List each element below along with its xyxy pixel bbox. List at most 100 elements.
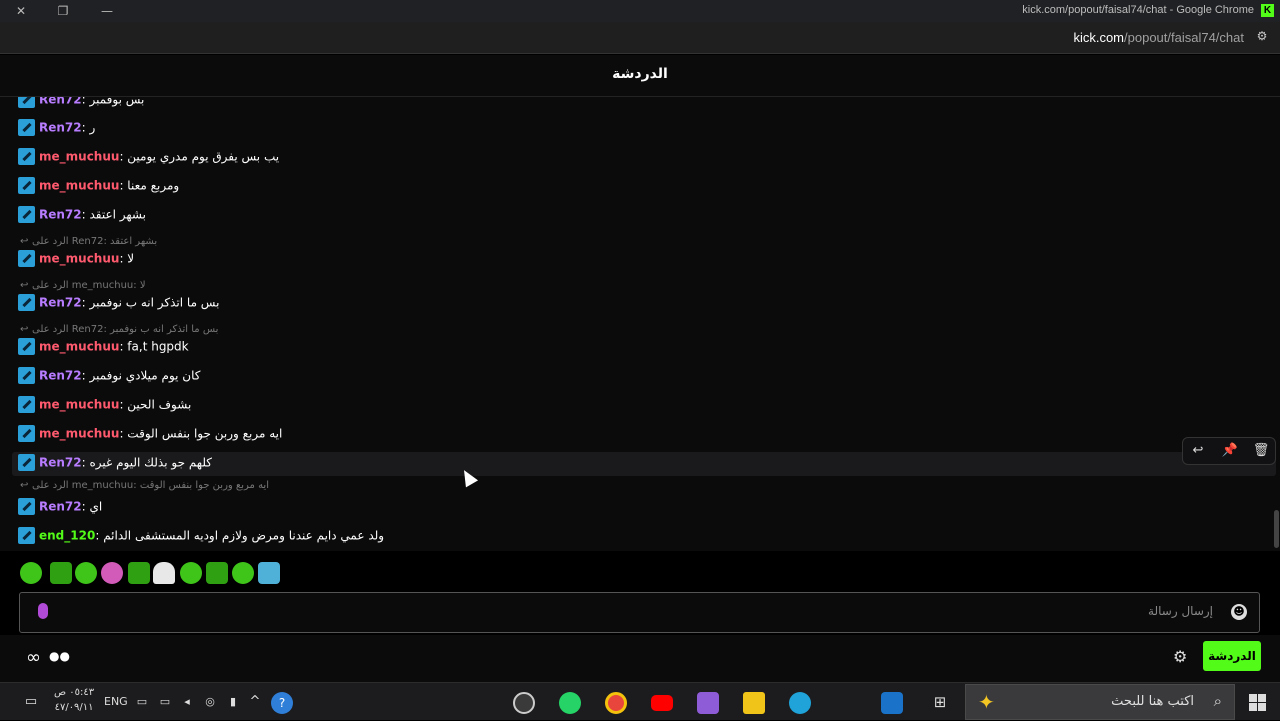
notification-icon[interactable]: ▭: [20, 683, 42, 721]
url-domain: kick.com: [1073, 30, 1125, 45]
send-chat-button[interactable]: الدردشة: [1203, 641, 1261, 671]
emote-icon[interactable]: [75, 562, 97, 584]
chat-username[interactable]: me_muchuu: [39, 252, 119, 266]
chat-message[interactable]: Ren72: ر: [18, 117, 95, 137]
chat-message[interactable]: me_muchuu: يب بس يفرق يوم مدري يومين: [18, 146, 279, 166]
chat-username[interactable]: me_muchuu: [39, 150, 119, 164]
copilot-icon: ✦: [978, 690, 995, 714]
site-settings-icon[interactable]: ⚙: [1254, 29, 1270, 45]
microsoft365-icon[interactable]: [697, 692, 719, 714]
scrollbar[interactable]: [1274, 510, 1279, 548]
webcam-icon[interactable]: ◎: [203, 683, 217, 721]
delete-icon[interactable]: 🗑: [1250, 441, 1272, 461]
chat-username[interactable]: Ren72: [39, 208, 82, 222]
moderator-badge-icon: [18, 97, 35, 108]
emote-icon[interactable]: [128, 562, 150, 584]
chat-username[interactable]: Ren72: [39, 369, 82, 383]
moderator-badge-icon: [18, 527, 35, 544]
restore-icon[interactable]: ❐: [42, 0, 84, 22]
chat-username[interactable]: me_muchuu: [39, 179, 119, 193]
chat-message[interactable]: Ren72: بس ما اتذكر انه ب نوفمبر: [18, 292, 219, 312]
chat-message[interactable]: Ren72: بس بوفمبر: [18, 97, 144, 109]
whatsapp-icon[interactable]: [559, 692, 581, 714]
emote-icon[interactable]: [232, 562, 254, 584]
chat-message[interactable]: Ren72: اي: [18, 496, 102, 516]
microphone-tray-icon[interactable]: ▮: [226, 683, 240, 721]
reply-reference[interactable]: ↩ الرد على Ren72: بشهر اعتقد: [20, 235, 157, 249]
address-bar[interactable]: kick.com/popout/faisal74/chat ⚙: [0, 22, 1280, 54]
chat-message-text: كلهم جو بذلك اليوم غيره: [89, 455, 213, 470]
chat-username[interactable]: Ren72: [39, 97, 82, 107]
microphone-icon[interactable]: [38, 603, 48, 619]
chat-message[interactable]: me_muchuu: ايه مربع وربن جوا بنفس الوقت: [18, 423, 282, 443]
minimize-icon[interactable]: —: [86, 0, 128, 22]
emote-icon[interactable]: [20, 562, 42, 584]
moderator-badge-icon: [18, 119, 35, 136]
emote-icon[interactable]: [206, 562, 228, 584]
chat-username[interactable]: me_muchuu: [39, 427, 119, 441]
chat-username[interactable]: Ren72: [39, 500, 82, 514]
browser-window: ✕ ❐ — kick.com/popout/faisal74/chat - Go…: [0, 0, 1280, 720]
emote-icon[interactable]: [153, 562, 175, 584]
emote-icon[interactable]: [101, 562, 123, 584]
chat-message[interactable]: Ren72: كان يوم ميلادي نوفمبر: [18, 365, 200, 385]
language-indicator[interactable]: ENG: [104, 695, 128, 708]
emote-icon[interactable]: [50, 562, 72, 584]
moderator-badge-icon: [18, 498, 35, 515]
points-icon[interactable]: ●●: [49, 649, 70, 663]
reply-icon[interactable]: ↩: [1187, 441, 1209, 461]
chat-message[interactable]: Ren72: بشهر اعتقد: [18, 204, 146, 224]
chat-username[interactable]: Ren72: [39, 296, 82, 310]
clock-time: ٠٥:٤٣ ص: [54, 687, 95, 698]
emoji-icon[interactable]: ☻: [1231, 604, 1247, 620]
task-view-icon[interactable]: ⊞: [929, 683, 951, 721]
moderator-badge-icon: [18, 294, 35, 311]
taskbar-search-box[interactable]: ✦ اكتب هنا للبحث ⌕: [965, 684, 1235, 720]
pin-icon[interactable]: 📌: [1219, 441, 1241, 461]
battery-icon[interactable]: ▭: [158, 683, 172, 721]
help-icon[interactable]: ?: [271, 692, 293, 714]
file-explorer-icon[interactable]: [743, 692, 765, 714]
reply-reference[interactable]: ↩ الرد على me_muchuu: ايه مربع وربن جوا ب…: [20, 479, 269, 493]
moderator-badge-icon: [18, 396, 35, 413]
outlook-icon[interactable]: [881, 692, 903, 714]
chat-message[interactable]: me_muchuu: ومربع معنا: [18, 175, 179, 195]
chat-username[interactable]: Ren72: [39, 456, 82, 470]
reply-text: الرد على me_muchuu: ايه مربع وربن جوا بن…: [32, 480, 269, 491]
moderator-badge-icon: [18, 250, 35, 267]
chat-messages[interactable]: Ren72: بس بوفمبر Ren72: ر me_muchuu: يب بس…: [0, 97, 1280, 551]
chat-message[interactable]: me_muchuu: لا: [18, 248, 134, 268]
chat-message[interactable]: me_muchuu: fa,t hgpdk: [18, 336, 189, 356]
chat-input[interactable]: إرسال رسالة ☻: [19, 592, 1260, 633]
volume-icon[interactable]: ◂: [180, 683, 194, 721]
obs-icon[interactable]: [513, 692, 535, 714]
url-text[interactable]: kick.com/popout/faisal74/chat: [1073, 30, 1244, 45]
chat-username[interactable]: end_120: [39, 529, 95, 543]
chat-message[interactable]: end_120: ولد عمي دايم عندنا ومرض ولازم ا…: [18, 525, 384, 545]
chat-title: الدردشة: [612, 66, 668, 82]
infinity-icon[interactable]: ∞: [26, 647, 41, 668]
moderator-badge-icon: [18, 338, 35, 355]
chat-username[interactable]: me_muchuu: [39, 340, 119, 354]
chevron-up-icon[interactable]: ^: [248, 683, 262, 721]
search-icon: ⌕: [1213, 692, 1222, 710]
chat-username[interactable]: me_muchuu: [39, 398, 119, 412]
clock[interactable]: ٠٥:٤٣ ص ٤٧/٠٩/١١: [54, 685, 94, 715]
moderator-badge-icon: [18, 177, 35, 194]
emote-icon[interactable]: [180, 562, 202, 584]
youtube-icon[interactable]: [651, 695, 673, 711]
reply-reference[interactable]: ↩ الرد على me_muchuu: لا: [20, 279, 146, 293]
edge-icon[interactable]: [789, 692, 811, 714]
chrome-icon[interactable]: [605, 692, 627, 714]
emote-icon[interactable]: [258, 562, 280, 584]
reply-reference[interactable]: ↩ الرد على Ren72: بس ما اتذكر انه ب نوفمب…: [20, 323, 218, 337]
chat-message[interactable]: me_muchuu: بشوف الحين: [18, 394, 191, 414]
chat-message-text: ايه مربع وربن جوا بنفس الوقت: [127, 426, 283, 441]
chat-message-text: لا: [127, 251, 135, 266]
chat-username[interactable]: Ren72: [39, 121, 82, 135]
network-icon[interactable]: ▭: [135, 683, 149, 721]
chat-message[interactable]: Ren72: كلهم جو بذلك اليوم غيره: [18, 452, 212, 472]
windows-start-icon[interactable]: [1249, 694, 1266, 711]
gear-icon[interactable]: ⚙: [1173, 647, 1187, 666]
close-icon[interactable]: ✕: [0, 0, 42, 22]
